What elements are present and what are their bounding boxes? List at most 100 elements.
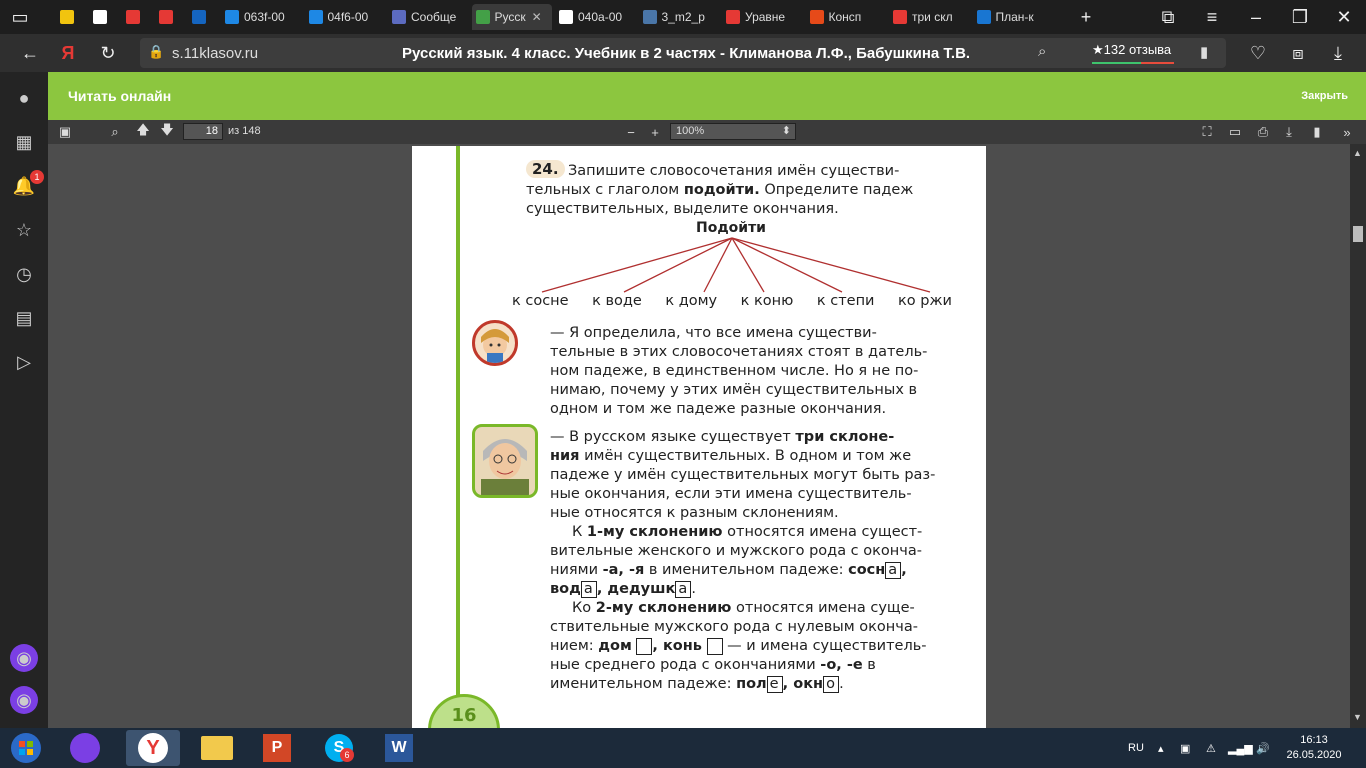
arrow-1 [541,237,733,293]
skype-taskbar-icon[interactable]: S [312,730,366,766]
book-icon [475,10,490,24]
reviews-badge[interactable]: ★132 отзыва [1092,42,1174,64]
scroll-down-icon[interactable]: ▼ [1353,712,1362,722]
back-icon[interactable]: ← [12,34,48,72]
zoom-select[interactable]: 100% ⬍ [670,123,796,140]
extensions-icon[interactable]: ⧈ [1280,34,1316,72]
explorer-taskbar-icon[interactable] [190,730,244,766]
arrow-3 [703,237,733,293]
alice-taskbar-icon[interactable] [58,730,112,766]
open-file-icon[interactable]: ▭ [1226,123,1244,141]
mail-icon [192,10,206,24]
tab-8[interactable]: Сообще [388,4,468,30]
bookmark-icon[interactable]: ▮ [1308,123,1326,141]
tab-manager-icon[interactable]: ⧉ [1148,0,1188,34]
close-reader-link[interactable]: Закрыть [1301,90,1348,102]
girl-text-1: — Я определила, что все имена существи- [550,325,877,341]
page-down-icon[interactable]: 🡇 [158,122,176,141]
tab-11[interactable]: 3_m2_p [639,4,719,30]
address-bar: ← Я ↻ 🔒 s.11klasov.ru Русский язык. 4 кл… [0,34,1366,72]
powerpoint-taskbar-icon[interactable]: P [250,730,304,766]
scroll-up-icon[interactable]: ▲ [1353,148,1362,158]
apps-grid-icon[interactable]: ▦ [8,126,40,158]
pdf-viewer[interactable]: 24. Запишите словосочетания имён существ… [48,144,1350,728]
tab-1[interactable] [56,4,86,30]
url-field[interactable]: 🔒 s.11klasov.ru Русский язык. 4 класс. У… [140,38,1226,68]
tab-13[interactable]: Консп [806,4,886,30]
arrows-diagram [541,237,931,293]
tab-15[interactable]: План-к [973,4,1053,30]
alice-voice-icon[interactable]: ◉ [10,686,38,714]
search-icon[interactable]: ⌕ [1038,43,1046,60]
tabs-panel-icon[interactable]: ▭ [0,0,40,34]
profile-icon[interactable]: ● [8,82,40,114]
vertical-scrollbar[interactable]: ▲ ▼ [1350,144,1366,728]
tab-3[interactable] [122,4,152,30]
tab-2[interactable] [89,4,119,30]
tray-network-warning-icon[interactable]: ⚠ [1206,728,1216,768]
menu-icon[interactable]: ≡ [1192,0,1232,34]
decl1-line-1: К 1-му склонению относятся имена сущест- [572,524,923,540]
language-indicator[interactable]: RU [1128,728,1144,768]
notes-icon[interactable]: ▤ [8,302,40,334]
grandpa-line-2: ния имён существительных. В одном и том … [550,448,912,464]
alice-assistant-icon[interactable]: ◉ [10,644,38,672]
start-button[interactable] [0,730,52,766]
tab-4[interactable] [155,4,185,30]
word-4: к коню [740,293,794,309]
tab-label: Русск [494,10,526,24]
print-icon[interactable]: ⎙ [1254,123,1272,141]
history-clock-icon[interactable]: ◷ [8,258,40,290]
girl-portrait [472,320,518,366]
tab-strip: ▭ 063f-00 04f6-00 Сообще Русск ✕ 040a-00 3_m2_… [0,0,1366,34]
restore-icon[interactable]: ❐ [1280,0,1320,34]
fullscreen-icon[interactable]: ⛶ [1198,123,1216,141]
skype-badge: 6 [340,748,354,762]
save-icon[interactable]: ⤓ [1280,123,1298,141]
tray-expand-icon[interactable]: ▴ [1158,728,1164,768]
tab-7[interactable]: 04f6-00 [305,4,385,30]
yandex-icon [726,10,740,24]
scroll-thumb[interactable] [1353,226,1363,242]
book-page: 24. Запишите словосочетания имён существ… [412,146,986,728]
signal-icon[interactable]: ▂▄▆ [1228,728,1253,768]
video-play-icon[interactable]: ▷ [8,346,40,378]
downloads-icon[interactable]: ⤓ [1320,34,1356,72]
close-tab-icon[interactable]: ✕ [532,10,542,24]
reload-icon[interactable]: ↻ [90,34,126,72]
word-2: к воде [592,293,642,309]
page-number-input[interactable]: 18 [183,123,223,140]
zoom-value: 100% [676,125,705,137]
bookmark-icon[interactable]: ▮ [1200,43,1208,61]
find-icon[interactable]: ⌕ [106,123,124,141]
tab-12[interactable]: Уравне [722,4,802,30]
yandex-logo-icon[interactable]: Я [50,34,86,72]
doc-icon [559,10,573,24]
new-tab-icon[interactable]: + [1066,0,1106,34]
tab-14[interactable]: три скл [889,4,969,30]
url-domain: s.11klasov.ru [172,45,259,62]
word-taskbar-icon[interactable]: W [372,730,426,766]
collections-icon[interactable]: ♡ [1240,34,1276,72]
girl-text-4: нимаю, почему у этих имён существительны… [550,382,918,398]
page-up-icon[interactable]: 🡅 [134,122,152,141]
reviews-rating-bar [1092,62,1174,64]
zoom-out-button[interactable]: − [622,123,640,141]
tab-10[interactable]: 040a-00 [555,4,635,30]
tray-app-icon[interactable]: ▣ [1180,728,1190,768]
tab-6[interactable]: 063f-00 [221,4,301,30]
yandex-browser-taskbar-icon[interactable]: Y [126,730,180,766]
tab-9[interactable]: Русск ✕ [471,4,552,30]
favorites-star-icon[interactable]: ☆ [8,214,40,246]
minimize-icon[interactable]: – [1236,0,1276,34]
tab-5[interactable] [188,4,218,30]
sidebar-toggle-icon[interactable]: ▣ [56,123,74,141]
volume-icon[interactable]: 🔊 [1256,728,1270,768]
close-window-icon[interactable]: ✕ [1324,0,1364,34]
zoom-in-button[interactable]: + [646,123,664,141]
decl1-line-2: вительные женского и мужского рода с око… [550,543,922,559]
clock[interactable]: 16:13 26.05.2020 [1284,733,1344,763]
lock-icon[interactable]: 🔒 [148,44,164,60]
more-tools-icon[interactable]: » [1338,123,1356,141]
yandex-icon [893,10,907,24]
